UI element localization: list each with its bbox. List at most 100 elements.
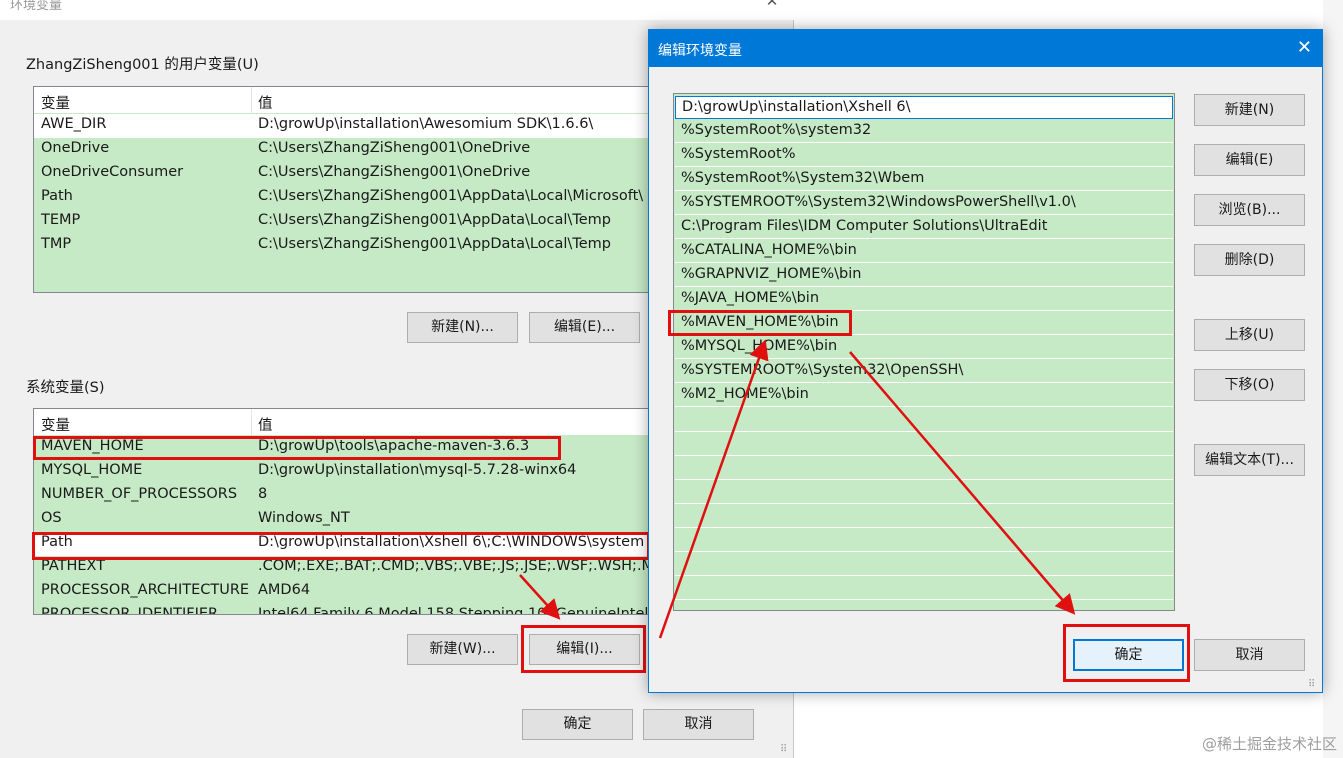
path-text: %MYSQL_HOME%\bin	[681, 338, 838, 354]
table-row[interactable]: AWE_DIR D:\growUp\installation\Awesomium …	[34, 114, 652, 138]
var-name: OS	[41, 510, 62, 526]
close-icon[interactable]: ✕	[764, 0, 780, 10]
list-item[interactable]: %M2_HOME%\bin	[675, 384, 1173, 407]
column-header-value[interactable]: 值	[258, 414, 273, 435]
user-new-button[interactable]: 新建(N)...	[407, 312, 518, 343]
table-row[interactable]: PROCESSOR_ARCHITECTURE AMD64	[34, 580, 652, 604]
path-text: D:\growUp\installation\Xshell 6\	[682, 99, 911, 115]
highlight-edit-button	[521, 625, 646, 673]
var-name: MYSQL_HOME	[41, 462, 143, 478]
highlight-ok-button	[1063, 624, 1190, 682]
list-header: 变量 值	[34, 409, 652, 436]
title-bar: 环境变量 ✕	[0, 0, 794, 20]
column-header-value[interactable]: 值	[258, 92, 273, 113]
path-text: %SYSTEMROOT%\System32\OpenSSH\	[681, 362, 964, 378]
var-name: PROCESSOR_ARCHITECTURE	[41, 582, 250, 598]
path-text: %JAVA_HOME%\bin	[681, 290, 820, 306]
var-value: C:\Users\ZhangZiSheng001\AppData\Local\T…	[258, 212, 611, 228]
list-body: MAVEN_HOME D:\growUp\tools\apache-maven-3…	[34, 435, 652, 614]
var-name: Path	[41, 188, 73, 204]
background-window-edge	[1323, 0, 1343, 758]
column-header-variable[interactable]: 变量	[41, 92, 70, 113]
path-text: C:\Program Files\IDM Computer Solutions\…	[681, 218, 1048, 234]
var-name: PROCESSOR_IDENTIFIER	[41, 606, 219, 615]
var-value: Windows_NT	[258, 510, 350, 526]
var-name: PATHEXT	[41, 558, 106, 574]
system-new-button[interactable]: 新建(W)...	[407, 634, 518, 665]
list-item[interactable]: %JAVA_HOME%\bin	[675, 288, 1173, 311]
var-value: 8	[258, 486, 268, 502]
cancel-button[interactable]: 取消	[643, 709, 754, 740]
move-up-button[interactable]: 上移(U)	[1194, 319, 1305, 351]
var-value: .COM;.EXE;.BAT;.CMD;.VBS;.VBE;.JS;.JSE;.…	[258, 558, 653, 574]
list-item[interactable]: %SystemRoot%\system32	[675, 120, 1173, 143]
path-text: %SystemRoot%\system32	[681, 122, 872, 138]
system-variables-label: 系统变量(S)	[26, 380, 105, 396]
new-button[interactable]: 新建(N)	[1194, 94, 1305, 126]
list-item[interactable]: %SYSTEMROOT%\System32\WindowsPowerShell\…	[675, 192, 1173, 215]
table-row[interactable]: OneDrive C:\Users\ZhangZiSheng001\OneDriv…	[34, 138, 652, 162]
edit-button[interactable]: 编辑(E)	[1194, 144, 1305, 176]
delete-button[interactable]: 删除(D)	[1194, 244, 1305, 276]
path-text: %CATALINA_HOME%\bin	[681, 242, 857, 258]
close-icon[interactable]: ✕	[1297, 37, 1312, 58]
table-row[interactable]: TMP C:\Users\ZhangZiSheng001\AppData\Loca…	[34, 234, 652, 258]
table-row[interactable]: PROCESSOR_IDENTIFIER Intel64 Family 6 Mod…	[34, 604, 652, 615]
list-item[interactable]: %CATALINA_HOME%\bin	[675, 240, 1173, 263]
list-item[interactable]: %SystemRoot%	[675, 144, 1173, 167]
path-text: %SystemRoot%\System32\Wbem	[681, 170, 925, 186]
dialog-title: 编辑环境变量	[658, 43, 742, 59]
table-row[interactable]: Path C:\Users\ZhangZiSheng001\AppData\Loc…	[34, 186, 652, 210]
path-text: %GRAPNVIZ_HOME%\bin	[681, 266, 862, 282]
var-value: C:\Users\ZhangZiSheng001\AppData\Local\M…	[258, 188, 644, 204]
user-edit-button[interactable]: 编辑(E)...	[529, 312, 640, 343]
highlight-path-row	[32, 532, 650, 560]
var-value: C:\Users\ZhangZiSheng001\AppData\Local\T…	[258, 236, 611, 252]
path-text: %M2_HOME%\bin	[681, 386, 809, 402]
list-body: AWE_DIR D:\growUp\installation\Awesomium …	[34, 113, 652, 292]
table-row[interactable]: NUMBER_OF_PROCESSORS 8	[34, 484, 652, 508]
var-name: AWE_DIR	[41, 116, 107, 132]
user-variables-list[interactable]: 变量 值 AWE_DIR D:\growUp\installation\Aweso…	[33, 86, 653, 293]
list-item[interactable]: %GRAPNVIZ_HOME%\bin	[675, 264, 1173, 287]
cancel-button[interactable]: 取消	[1194, 639, 1305, 671]
list-item[interactable]: C:\Program Files\IDM Computer Solutions\…	[675, 216, 1173, 239]
var-name: OneDriveConsumer	[41, 164, 184, 180]
highlight-maven-home	[33, 436, 561, 460]
var-value: AMD64	[258, 582, 311, 598]
table-row[interactable]: OS Windows_NT	[34, 508, 652, 532]
resize-grip-icon[interactable]: ⠿	[780, 744, 787, 755]
var-value: Intel64 Family 6 Model 158 Stepping 10, …	[258, 606, 649, 615]
column-header-variable[interactable]: 变量	[41, 414, 70, 435]
title-bar: 编辑环境变量 ✕	[649, 30, 1322, 67]
var-value: C:\Users\ZhangZiSheng001\OneDrive	[258, 140, 531, 156]
path-list[interactable]: D:\growUp\installation\Xshell 6\ %System…	[673, 93, 1175, 611]
highlight-maven-bin	[668, 310, 852, 336]
ok-button[interactable]: 确定	[522, 709, 633, 740]
list-header: 变量 值	[34, 87, 652, 114]
dialog-title: 环境变量	[10, 0, 63, 13]
user-variables-label: ZhangZiSheng001 的用户变量(U)	[26, 57, 259, 73]
var-name: TEMP	[41, 212, 81, 228]
var-name: OneDrive	[41, 140, 110, 156]
browse-button[interactable]: 浏览(B)...	[1194, 194, 1305, 226]
watermark: @稀土掘金技术社区	[1201, 735, 1337, 753]
path-text: %SYSTEMROOT%\System32\WindowsPowerShell\…	[681, 194, 1076, 210]
list-item[interactable]: %MYSQL_HOME%\bin	[675, 336, 1173, 359]
var-name: TMP	[41, 236, 72, 252]
table-row[interactable]: OneDriveConsumer C:\Users\ZhangZiSheng001…	[34, 162, 652, 186]
list-item[interactable]: D:\growUp\installation\Xshell 6\	[675, 96, 1173, 119]
var-value: D:\growUp\installation\mysql-5.7.28-winx…	[258, 462, 577, 478]
resize-grip-icon[interactable]: ⠿	[1308, 679, 1315, 690]
var-value: C:\Users\ZhangZiSheng001\OneDrive	[258, 164, 531, 180]
var-name: NUMBER_OF_PROCESSORS	[41, 486, 238, 502]
edit-environment-variable-dialog: 编辑环境变量 ✕ D:\growUp\installation\Xshell 6…	[648, 29, 1323, 693]
table-row[interactable]: MYSQL_HOME D:\growUp\installation\mysql-5…	[34, 460, 652, 484]
edit-text-button[interactable]: 编辑文本(T)...	[1194, 444, 1305, 476]
list-item[interactable]: %SYSTEMROOT%\System32\OpenSSH\	[675, 360, 1173, 383]
move-down-button[interactable]: 下移(O)	[1194, 369, 1305, 401]
var-value: D:\growUp\installation\Awesomium SDK\1.6…	[258, 116, 594, 132]
table-row[interactable]: TEMP C:\Users\ZhangZiSheng001\AppData\Loc…	[34, 210, 652, 234]
list-item[interactable]: %SystemRoot%\System32\Wbem	[675, 168, 1173, 191]
path-text: %SystemRoot%	[681, 146, 796, 162]
